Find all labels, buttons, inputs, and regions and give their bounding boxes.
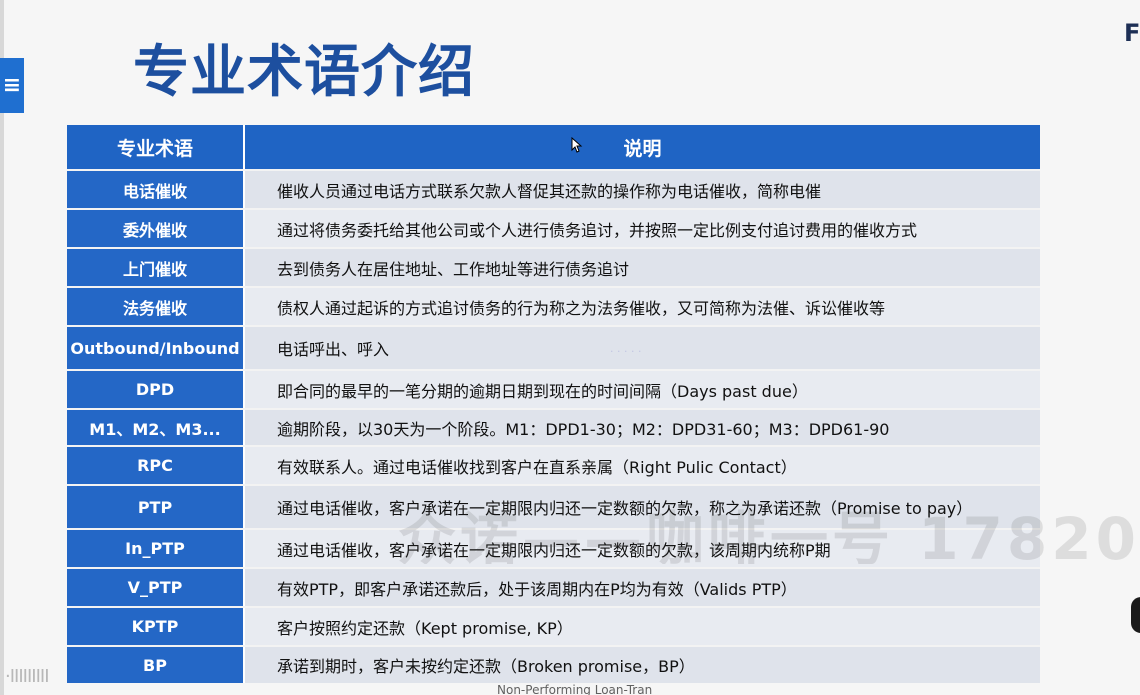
- description-cell: 通过将债务委托给其他公司或个人进行债务追讨，并按照一定比例支付追讨费用的催收方式: [245, 210, 1040, 247]
- cursor-icon: [571, 137, 583, 153]
- description-cell: 去到债务人在居住地址、工作地址等进行债务追讨: [245, 249, 1040, 286]
- term-cell: KPTP: [67, 608, 245, 645]
- term-cell: 法务催收: [67, 288, 245, 325]
- description-cell: 通过电话催收，客户承诺在一定期限内归还一定数额的欠款，称之为承诺还款（Promi…: [245, 486, 1040, 528]
- description-cell: 即合同的最早的一笔分期的逾期日期到现在的时间间隔（Days past due）: [245, 371, 1040, 408]
- term-cell: In_PTP: [67, 530, 245, 567]
- term-cell: V_PTP: [67, 569, 245, 606]
- description-cell: 有效PTP，即客户承诺还款后，处于该周期内在P均为有效（Valids PTP）: [245, 569, 1040, 606]
- table-header-term: 专业术语: [67, 125, 245, 169]
- description-cell: 催收人员通过电话方式联系欠款人督促其还款的操作称为电话催收，简称电催: [245, 171, 1040, 208]
- faint-overlay-mark: · · · · ·: [610, 345, 642, 358]
- term-cell: M1、M2、M3...: [67, 410, 245, 445]
- term-cell: PTP: [67, 486, 245, 528]
- term-cell: RPC: [67, 447, 245, 484]
- table-header-description: 说明: [245, 125, 1040, 169]
- terminology-table: 专业术语 说明 电话催收 催收人员通过电话方式联系欠款人督促其还款的操作称为电话…: [67, 125, 1040, 683]
- description-cell: 承诺到期时，客户未按约定还款（Broken promise，BP）: [245, 647, 1040, 683]
- term-cell: Outbound/Inbound: [67, 327, 245, 369]
- description-cell: 通过电话催收，客户承诺在一定期限内归还一定数额的欠款，该周期内统称P期: [245, 530, 1040, 567]
- cropped-footer-text: Non-Performing Loan-Tran: [497, 683, 653, 695]
- description-cell: 有效联系人。通过电话催收找到客户在直系亲属（Right Pulic Contac…: [245, 447, 1040, 484]
- description-cell: 逾期阶段，以30天为一个阶段。M1：DPD1-30；M2：DPD31-60；M3…: [245, 410, 1040, 445]
- presentation-slide: ≡ F ·IIIIIIIII Non-Performing Loan-Tran …: [0, 0, 1140, 695]
- term-cell: BP: [67, 647, 245, 683]
- term-cell: 委外催收: [67, 210, 245, 247]
- page-title: 专业术语介绍: [133, 40, 475, 105]
- term-cell: 上门催收: [67, 249, 245, 286]
- description-cell: 客户按照约定还款（Kept promise, KP）: [245, 608, 1040, 645]
- term-cell: 电话催收: [67, 171, 245, 208]
- menu-icon[interactable]: ≡: [0, 58, 24, 113]
- term-cell: DPD: [67, 371, 245, 408]
- description-cell: 债权人通过起诉的方式追讨债务的行为称之为法务催收，又可简称为法催、诉讼催收等: [245, 288, 1040, 325]
- logo-fragment: F: [1124, 20, 1140, 46]
- side-control-dot[interactable]: [1131, 597, 1140, 633]
